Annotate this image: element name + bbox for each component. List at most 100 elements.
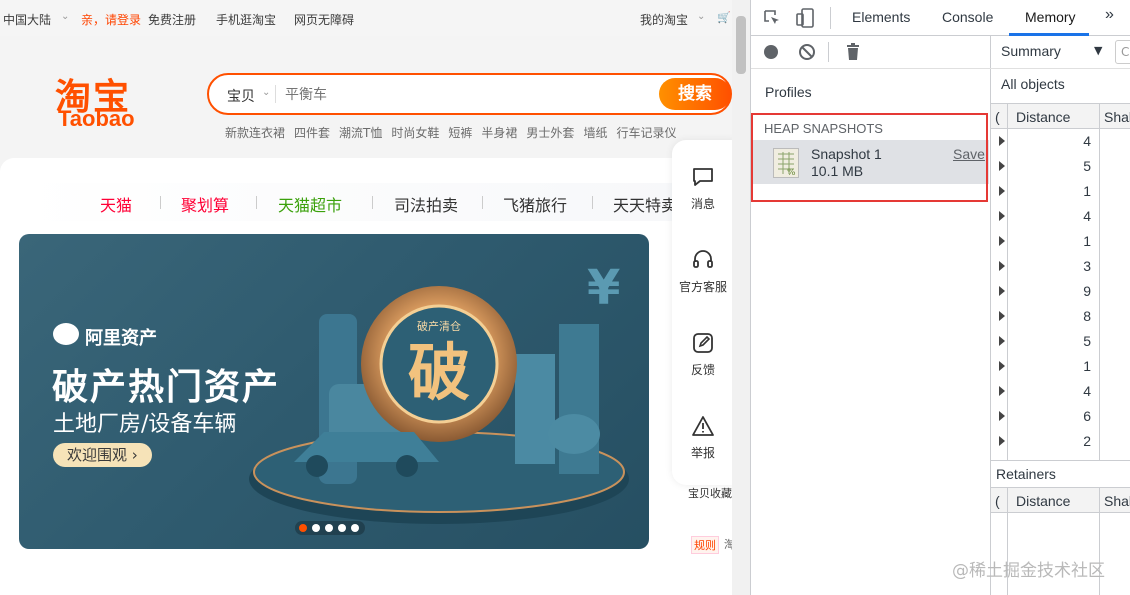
scrollbar-thumb[interactable] — [736, 16, 746, 74]
expand-triangle-icon[interactable] — [999, 236, 1005, 246]
table-row[interactable]: 5 — [991, 329, 1130, 354]
side-item-report[interactable]: 举报 — [672, 414, 732, 461]
side-item-feedback[interactable]: 反馈 — [672, 331, 732, 378]
carousel-dot[interactable] — [325, 524, 333, 532]
table-row[interactable]: 1 — [991, 354, 1130, 379]
nav-tab-supermarket[interactable]: 天猫超市 — [278, 192, 342, 216]
carousel-dot[interactable] — [351, 524, 359, 532]
hot-word-link[interactable]: 短裤 — [448, 126, 472, 140]
expand-triangle-icon[interactable] — [999, 361, 1005, 371]
device-toolbar-icon[interactable] — [795, 7, 815, 29]
table-row[interactable]: 3 — [991, 254, 1130, 279]
taobao-logo[interactable]: 淘宝 Taobao — [55, 68, 155, 131]
table-row[interactable]: 1 — [991, 179, 1130, 204]
register-link[interactable]: 免费注册 — [148, 11, 196, 28]
expand-triangle-icon[interactable] — [999, 311, 1005, 321]
tab-elements[interactable]: Elements — [852, 9, 910, 25]
search-category[interactable]: 宝贝 — [227, 86, 255, 106]
page-scrollbar[interactable] — [732, 0, 750, 595]
expand-triangle-icon[interactable] — [999, 386, 1005, 396]
nav-tab-fliggy[interactable]: 飞猪旅行 — [503, 192, 567, 216]
search-box: 宝贝 ⌄ 搜索 — [207, 73, 732, 115]
expand-triangle-icon[interactable] — [999, 161, 1005, 171]
nav-tab-daily-sale[interactable]: 天天特卖 — [613, 192, 677, 216]
devtools-panel: Elements Console Memory » Profiles HEAP … — [750, 0, 1130, 595]
column-shallow-size[interactable]: Shal — [1104, 493, 1130, 509]
nav-tab-auction[interactable]: 司法拍卖 — [394, 192, 458, 216]
tab-memory[interactable]: Memory — [1025, 9, 1076, 25]
side-item-service[interactable]: 官方客服 — [672, 248, 732, 295]
carousel-dot[interactable] — [312, 524, 320, 532]
nav-divider — [592, 196, 593, 209]
promo-banner[interactable]: 破 破产清仓 ¥ 阿里资产 破产热门资产 土地厂房/设备车辆 欢迎围观 › — [19, 234, 649, 549]
distance-value: 1 — [1083, 233, 1091, 249]
carousel-dots — [295, 521, 365, 535]
trash-icon[interactable] — [845, 42, 861, 61]
search-input[interactable] — [285, 84, 645, 106]
column-distance[interactable]: Distance — [1016, 493, 1070, 509]
side-item-label: 举报 — [690, 446, 715, 460]
my-taobao-link[interactable]: 我的淘宝 — [640, 11, 688, 28]
record-icon[interactable] — [763, 44, 779, 60]
accessible-link[interactable]: 网页无障碍 — [294, 11, 354, 28]
expand-triangle-icon[interactable] — [999, 436, 1005, 446]
clear-icon[interactable] — [798, 43, 816, 61]
expand-triangle-icon[interactable] — [999, 411, 1005, 421]
login-link[interactable]: 亲，请登录 — [81, 11, 141, 28]
expand-triangle-icon[interactable] — [999, 136, 1005, 146]
retainers-header-bar[interactable]: Retainers — [991, 460, 1130, 486]
column-constructor[interactable]: ( — [995, 109, 1000, 125]
hot-word-link[interactable]: 潮流T恤 — [339, 126, 382, 140]
table-row[interactable]: 1 — [991, 229, 1130, 254]
hot-word-link[interactable]: 四件套 — [294, 126, 330, 140]
hot-word-link[interactable]: 墙纸 — [583, 126, 607, 140]
expand-triangle-icon[interactable] — [999, 211, 1005, 221]
nav-tab-tmall[interactable]: 天猫 — [100, 192, 132, 216]
class-filter-input[interactable]: C — [1115, 40, 1130, 64]
column-shallow-size[interactable]: Shal — [1104, 109, 1130, 125]
column-divider — [1099, 488, 1100, 514]
carousel-dot[interactable] — [299, 524, 307, 532]
table-row[interactable]: 5 — [991, 154, 1130, 179]
carousel-dot[interactable] — [338, 524, 346, 532]
banner-title: 破产热门资产 — [52, 367, 281, 408]
table-row[interactable]: 8 — [991, 304, 1130, 329]
expand-triangle-icon[interactable] — [999, 261, 1005, 271]
object-scope-select[interactable]: All objects — [1001, 76, 1065, 92]
expand-triangle-icon[interactable] — [999, 286, 1005, 296]
table-row[interactable]: 4 — [991, 129, 1130, 154]
region-selector[interactable]: 中国大陆 — [3, 11, 51, 28]
expand-triangle-icon[interactable] — [999, 336, 1005, 346]
mobile-link[interactable]: 手机逛淘宝 — [216, 11, 276, 28]
watermark: @稀土掘金技术社区 — [952, 561, 1105, 581]
table-row[interactable]: 4 — [991, 204, 1130, 229]
nav-tab-juhuasuan[interactable]: 聚划算 — [181, 192, 229, 216]
distance-value: 4 — [1083, 133, 1091, 149]
inspect-element-icon[interactable] — [762, 8, 782, 28]
table-row[interactable]: 9 — [991, 279, 1130, 304]
hot-word-link[interactable]: 半身裙 — [481, 126, 517, 140]
column-divider — [1099, 513, 1100, 595]
hot-word-link[interactable]: 男士外套 — [526, 126, 574, 140]
expand-triangle-icon[interactable] — [999, 186, 1005, 196]
divider — [991, 68, 1130, 69]
search-button[interactable]: 搜索 — [659, 78, 731, 110]
tab-console[interactable]: Console — [942, 9, 993, 25]
rule-badge[interactable]: 规则 — [691, 536, 719, 554]
logo-en: Taobao — [58, 106, 135, 131]
side-item-label: 消息 — [690, 197, 715, 211]
table-row[interactable]: 6 — [991, 404, 1130, 429]
snapshot-view: Summary ▼ C All objects ( Distance Shal … — [991, 36, 1130, 595]
cart-icon[interactable]: 🛒 — [717, 11, 731, 24]
table-row[interactable]: 2 — [991, 429, 1130, 454]
view-select[interactable]: Summary — [1001, 43, 1061, 59]
hot-word-link[interactable]: 新款连衣裙 — [225, 126, 285, 140]
side-item-message[interactable]: 消息 — [672, 165, 732, 212]
table-row[interactable]: 4 — [991, 379, 1130, 404]
column-distance[interactable]: Distance — [1016, 109, 1070, 125]
more-tabs-icon[interactable]: » — [1105, 6, 1114, 24]
hot-word-link[interactable]: 行车记录仪 — [616, 126, 676, 140]
banner-cta-button[interactable]: 欢迎围观 › — [53, 443, 152, 467]
hot-word-link[interactable]: 时尚女鞋 — [391, 126, 439, 140]
column-constructor[interactable]: ( — [995, 493, 1000, 509]
